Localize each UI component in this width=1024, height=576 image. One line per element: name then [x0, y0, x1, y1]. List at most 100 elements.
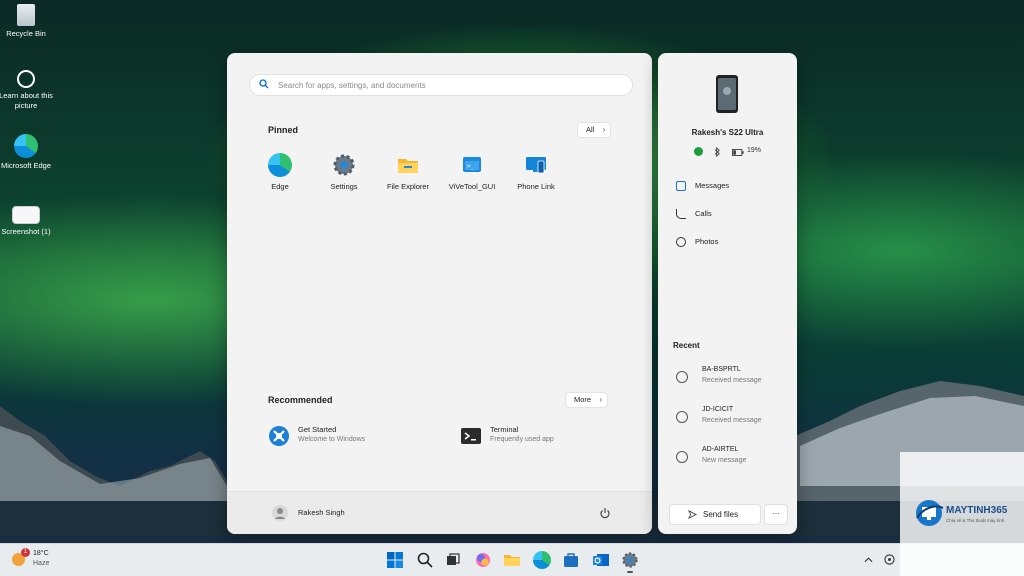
recent-message-item[interactable]: BA-BSPRTL Received message — [676, 365, 786, 395]
watermark-overlay: MAYTINH365 Chia sẻ & Thủ thuật máy tính — [900, 452, 1024, 576]
more-options-button[interactable]: ··· — [764, 504, 788, 525]
recommended-item-get-started[interactable]: Get Started Welcome to Windows — [268, 423, 438, 451]
more-button[interactable]: More › — [565, 392, 609, 408]
pinned-title: Pinned — [268, 125, 299, 135]
recommended-item-subtitle: Frequently used app — [490, 436, 554, 443]
messages-icon — [676, 181, 686, 192]
copilot-icon[interactable] — [474, 551, 492, 569]
active-app-indicator — [627, 571, 633, 573]
recommended-item-subtitle: Welcome to Windows — [298, 436, 366, 443]
phone-device-icon — [716, 75, 738, 113]
chevron-right-icon: › — [599, 395, 603, 404]
all-apps-button[interactable]: All › — [577, 122, 612, 138]
message-bubble-icon — [676, 451, 688, 463]
desktop-icon-learn-about-picture[interactable]: Learn about this picture — [0, 70, 53, 111]
user-avatar-icon — [272, 505, 288, 521]
taskbar: 1 18°C Haze — [0, 543, 1024, 576]
pinned-app-file-explorer[interactable]: File Explorer — [378, 153, 438, 191]
svg-text:>_: >_ — [467, 163, 475, 170]
edge-icon — [268, 153, 292, 177]
recommended-item-title: Terminal — [490, 425, 519, 434]
search-box[interactable] — [249, 74, 633, 96]
recent-message-item[interactable]: JD-ICICIT Received message — [676, 405, 786, 435]
outlook-icon[interactable] — [592, 551, 610, 569]
battery-percent: 19% — [747, 147, 762, 154]
message-bubble-icon — [676, 371, 688, 383]
search-icon — [259, 79, 269, 89]
desktop-icon-label: Microsoft Edge — [0, 161, 52, 170]
start-menu: Pinned All › Edge Settings File Explorer… — [227, 53, 652, 534]
recommended-item-title: Get Started — [298, 425, 337, 434]
chevron-right-icon: › — [602, 125, 606, 134]
recent-sender: JD-ICICIT — [702, 406, 734, 413]
store-icon[interactable] — [562, 551, 580, 569]
watermark-tagline: Chia sẻ & Thủ thuật máy tính — [946, 518, 1005, 523]
recent-status: Received message — [702, 377, 762, 384]
weather-widget[interactable]: 1 18°C Haze — [10, 548, 70, 572]
power-icon[interactable] — [599, 507, 611, 519]
start-menu-footer: Rakesh Singh — [227, 491, 652, 534]
pinned-app-vivetool[interactable]: >_ ViVeTool_GUI — [442, 153, 502, 191]
photos-icon — [676, 237, 686, 248]
edge-icon[interactable] — [533, 551, 551, 569]
connected-check-icon — [694, 147, 703, 156]
user-name: Rakesh Singh — [298, 508, 345, 517]
recommended-item-terminal[interactable]: Terminal Frequently used app — [460, 423, 630, 451]
phone-link-panel: Rakesh's S22 Ultra 19% Messages Calls Ph… — [658, 53, 797, 534]
pinned-app-label: Edge — [271, 182, 289, 191]
pinned-app-settings[interactable]: Settings — [314, 153, 374, 191]
device-status-row: 19% — [694, 146, 774, 158]
search-icon[interactable] — [416, 551, 434, 569]
recent-message-item[interactable]: AD-AIRTEL New message — [676, 445, 786, 475]
recent-status: Received message — [702, 417, 762, 424]
desktop-icon-recycle-bin[interactable]: Recycle Bin — [0, 4, 53, 39]
more-label: More — [574, 395, 592, 404]
maytinh365-logo-icon — [916, 500, 944, 526]
recent-sender: BA-BSPRTL — [702, 366, 741, 373]
phone-link-icon — [524, 153, 548, 177]
message-bubble-icon — [676, 411, 688, 423]
settings-gear-icon[interactable] — [621, 551, 639, 569]
weather-badge: 1 — [21, 548, 30, 557]
chevron-up-icon[interactable] — [864, 557, 873, 563]
tray-app-icon[interactable] — [884, 554, 895, 565]
watermark-brand: MAYTINH365 — [946, 505, 1008, 516]
phone-menu-messages[interactable]: Messages — [676, 181, 729, 192]
task-view-icon[interactable] — [444, 551, 462, 569]
send-files-button[interactable]: Send files — [669, 504, 761, 525]
recycle-bin-icon — [17, 4, 35, 26]
pinned-app-label: Phone Link — [517, 182, 555, 191]
pinned-app-label: File Explorer — [386, 182, 430, 191]
phone-menu-label: Photos — [695, 237, 719, 246]
file-explorer-icon[interactable] — [503, 551, 521, 569]
desktop-icon-screenshot[interactable]: Screenshot (1) — [0, 206, 53, 237]
desktop-icon-label: Screenshot (1) — [1, 227, 51, 236]
vivetool-icon: >_ — [460, 153, 484, 177]
calls-icon — [676, 209, 686, 220]
recent-status: New message — [702, 457, 747, 464]
terminal-icon — [460, 425, 482, 447]
battery-icon — [732, 149, 744, 156]
recommended-title: Recommended — [268, 395, 333, 405]
pinned-app-phone-link[interactable]: Phone Link — [506, 153, 566, 191]
phone-menu-label: Calls — [695, 209, 712, 218]
phone-menu-calls[interactable]: Calls — [676, 209, 712, 220]
desktop-icon-edge[interactable]: Microsoft Edge — [0, 134, 53, 171]
pinned-app-edge[interactable]: Edge — [250, 153, 310, 191]
all-apps-label: All — [586, 125, 595, 134]
desktop-icon-label: Learn about this picture — [0, 91, 53, 110]
weather-desc: Haze — [33, 560, 50, 567]
start-windows-icon[interactable] — [386, 551, 404, 569]
more-options-label: ··· — [772, 509, 780, 518]
settings-gear-icon — [332, 153, 356, 177]
get-started-icon — [268, 425, 290, 447]
phone-menu-photos[interactable]: Photos — [676, 237, 719, 248]
search-input[interactable] — [276, 78, 610, 93]
pinned-app-label: Settings — [330, 182, 358, 191]
recent-sender: AD-AIRTEL — [702, 446, 739, 453]
recent-title: Recent — [673, 341, 700, 350]
screenshot-file-icon — [12, 206, 40, 224]
device-name: Rakesh's S22 Ultra — [691, 128, 764, 137]
send-files-label: Send files — [703, 510, 739, 519]
weather-temp: 18°C — [33, 550, 49, 557]
